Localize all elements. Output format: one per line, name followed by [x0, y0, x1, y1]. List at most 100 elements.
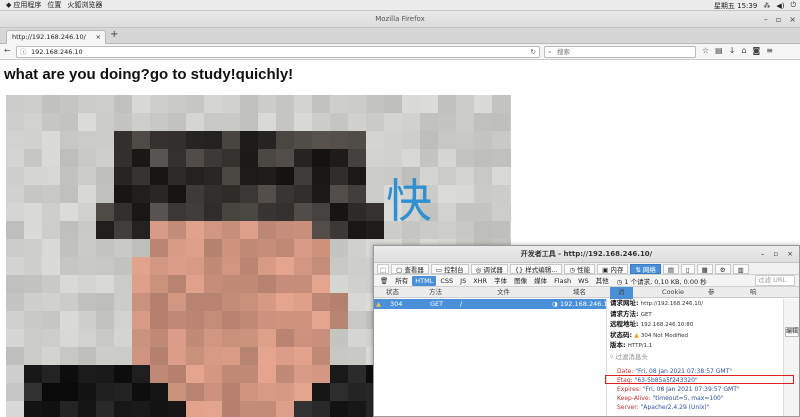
mosaic-cell [276, 149, 294, 167]
home-icon[interactable]: ⌂ [741, 46, 746, 55]
places-menu[interactable]: 位置 [47, 0, 61, 10]
new-tab-button[interactable]: + [110, 29, 118, 40]
back-icon[interactable]: ← [4, 46, 11, 55]
subtab-cookie[interactable]: Cookie [662, 287, 684, 298]
mosaic-cell [42, 239, 60, 257]
filter-html[interactable]: HTML [412, 275, 437, 286]
url-filter-input[interactable]: 过滤 URL [755, 275, 795, 286]
screenshot-icon[interactable]: ▦ [696, 263, 713, 274]
browser-menu[interactable]: 火狐浏览器 [67, 0, 102, 10]
settings-gear-icon[interactable]: ⚙ [714, 263, 731, 274]
mosaic-cell [96, 221, 114, 239]
mosaic-cell [366, 113, 384, 131]
filter-ws[interactable]: WS [575, 276, 592, 286]
devtools-minimize-icon[interactable]: – [761, 246, 765, 263]
filter-fonts[interactable]: 字体 [491, 276, 510, 286]
col-domain[interactable]: 域名 [573, 287, 586, 298]
download-icon[interactable]: ↓ [729, 46, 736, 55]
volume-icon[interactable]: ◀) [776, 2, 784, 10]
url-bar[interactable]: ⓘ 192.168.246.10 ↻ [16, 46, 540, 58]
filter-other[interactable]: 其他 [593, 276, 612, 286]
tool-debugger[interactable]: ◎ 调试器 [470, 263, 508, 274]
mosaic-cell [6, 293, 24, 311]
tool-style-editor[interactable]: {} 样式编辑... [509, 263, 563, 274]
mosaic-cell [348, 167, 366, 185]
mosaic-cell [168, 239, 186, 257]
reload-icon[interactable]: ↻ [531, 47, 536, 57]
clear-trash-icon[interactable]: 🗑 [377, 276, 391, 286]
filter-all[interactable]: 所有 [392, 276, 411, 286]
search-input[interactable]: ⌕ 搜索 [544, 46, 696, 58]
bookmark-star-icon[interactable]: ☆ [702, 46, 709, 55]
mosaic-cell [492, 149, 510, 167]
mosaic-cell [114, 311, 132, 329]
request-list-empty [374, 309, 606, 416]
close-icon[interactable]: × [789, 11, 796, 28]
clock[interactable]: 星期五 15:39 [714, 1, 757, 11]
responsive-icon[interactable]: ▯ [681, 263, 695, 274]
network-icon[interactable]: ⁂ [763, 2, 770, 10]
mosaic-cell [330, 311, 348, 329]
search-placeholder: 搜索 [557, 48, 570, 56]
mosaic-cell [348, 185, 366, 203]
mosaic-cell [276, 95, 294, 113]
filter-media[interactable]: 媒体 [531, 276, 550, 286]
tab-close-icon[interactable]: × [96, 31, 101, 44]
row-method: GET [430, 300, 444, 308]
mosaic-cell [186, 383, 204, 401]
pocket-icon[interactable]: ◙ [753, 46, 761, 55]
col-file[interactable]: 文件 [497, 287, 510, 298]
mosaic-cell [222, 113, 240, 131]
mosaic-cell [168, 167, 186, 185]
tool-inspector[interactable]: ▢ 查看器 [391, 263, 429, 274]
mosaic-cell [312, 149, 330, 167]
reading-list-icon[interactable]: ▤ [715, 46, 723, 55]
mosaic-cell [168, 401, 186, 417]
maximize-icon[interactable]: ▫ [776, 11, 781, 28]
edit-resend-button[interactable]: 编辑 [785, 327, 799, 337]
mosaic-cell [60, 383, 78, 401]
filter-xhr[interactable]: XHR [470, 276, 490, 286]
row-domain: 192.168.246.10 [560, 300, 612, 308]
mosaic-cell [42, 347, 60, 365]
mosaic-cell [114, 131, 132, 149]
mosaic-cell [294, 185, 312, 203]
devtools-maximize-icon[interactable]: ▫ [773, 246, 778, 263]
mosaic-cell [294, 257, 312, 275]
info-icon[interactable]: ⓘ [20, 47, 27, 57]
devtools-close-icon[interactable]: × [787, 246, 793, 263]
mosaic-cell [420, 131, 438, 149]
browser-tab[interactable]: http://192.168.246.10/ × [6, 30, 106, 44]
filter-js[interactable]: JS [457, 276, 469, 286]
mosaic-cell [348, 293, 366, 311]
mosaic-cell [240, 329, 258, 347]
dock-icon[interactable]: ▥ [732, 263, 749, 274]
tool-performance[interactable]: ◷ 性能 [564, 263, 596, 274]
applications-menu[interactable]: ◆ 应用程序 [6, 0, 41, 10]
mosaic-cell [42, 221, 60, 239]
mosaic-cell [60, 311, 78, 329]
mosaic-cell [348, 275, 366, 293]
power-icon[interactable]: ⏻ [790, 1, 796, 10]
mosaic-cell [420, 113, 438, 131]
split-console-icon[interactable]: ▤ [662, 263, 680, 274]
minimize-icon[interactable]: – [764, 11, 768, 28]
tool-memory[interactable]: ▣ 内存 [597, 263, 629, 274]
panel-scrollbar[interactable]: 编辑 [783, 299, 799, 416]
mosaic-cell [60, 149, 78, 167]
table-row[interactable]: ▲ 304 GET / ◑ 192.168.246.10 [374, 299, 612, 309]
pick-element-icon[interactable]: ⬚ [377, 263, 390, 274]
tool-console[interactable]: ▭ 控制台 [430, 263, 469, 274]
tool-network[interactable]: ⇅ 网络 [630, 263, 661, 274]
filter-images[interactable]: 图像 [511, 276, 530, 286]
col-status[interactable]: 状态 [386, 287, 399, 298]
mosaic-cell [186, 347, 204, 365]
filter-css[interactable]: CSS [437, 276, 456, 286]
hamburger-menu-icon[interactable]: ≡ [766, 46, 773, 55]
filter-flash[interactable]: Flash [551, 276, 574, 286]
header-filter-input[interactable]: ▿ 过滤消息头 [607, 353, 783, 363]
mosaic-cell [78, 239, 96, 257]
col-method[interactable]: 方法 [429, 287, 442, 298]
mosaic-cell [60, 113, 78, 131]
mosaic-cell [222, 239, 240, 257]
